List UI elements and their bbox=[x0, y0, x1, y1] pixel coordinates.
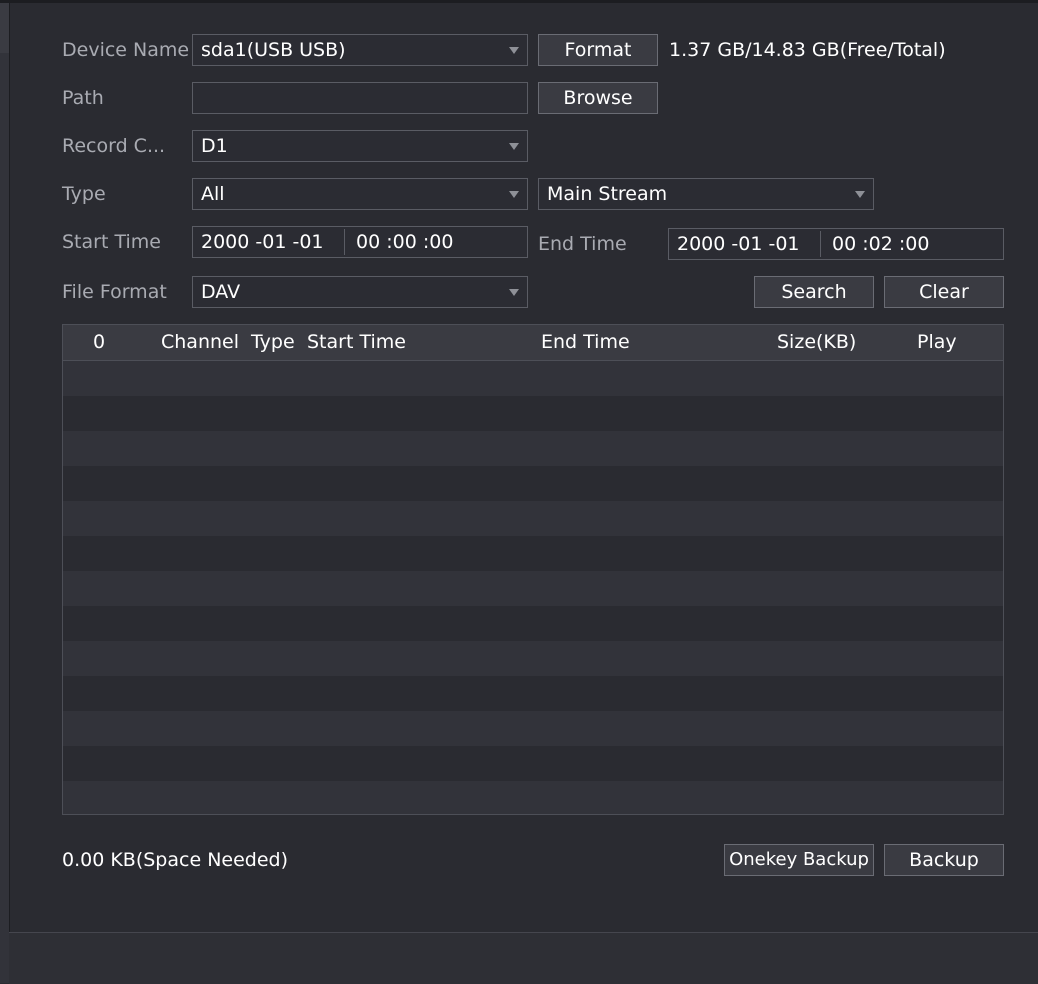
onekey-backup-button[interactable]: Onekey Backup bbox=[724, 844, 874, 876]
space-needed-text: 0.00 KB(Space Needed) bbox=[62, 849, 289, 871]
file-format-value: DAV bbox=[201, 281, 241, 303]
footer-bar bbox=[9, 932, 1038, 984]
device-name-value: sda1(USB USB) bbox=[201, 39, 346, 61]
left-panel-edge bbox=[0, 3, 10, 983]
chevron-down-icon bbox=[509, 191, 519, 198]
end-time-column-header: End Time bbox=[541, 331, 630, 353]
start-time-label: Start Time bbox=[62, 231, 161, 253]
search-button[interactable]: Search bbox=[754, 276, 874, 308]
start-time-column-header: Start Time bbox=[307, 331, 406, 353]
left-panel-tab bbox=[0, 3, 9, 53]
type-column-header: Type bbox=[251, 331, 295, 353]
type-label: Type bbox=[62, 183, 106, 205]
clear-button[interactable]: Clear bbox=[884, 276, 1004, 308]
end-time-input[interactable]: 2000 -01 -01 00 :02 :00 bbox=[668, 228, 1004, 260]
stream-select[interactable]: Main Stream bbox=[538, 178, 874, 210]
chevron-down-icon bbox=[855, 191, 865, 198]
backup-button[interactable]: Backup bbox=[884, 844, 1004, 876]
table-row[interactable] bbox=[63, 431, 1003, 466]
size-column-header: Size(KB) bbox=[777, 331, 857, 353]
top-border bbox=[0, 0, 1038, 3]
table-row[interactable] bbox=[63, 711, 1003, 746]
table-row[interactable] bbox=[63, 606, 1003, 641]
table-row[interactable] bbox=[63, 746, 1003, 781]
record-channel-value: D1 bbox=[201, 135, 228, 157]
chevron-down-icon bbox=[509, 47, 519, 54]
table-row[interactable] bbox=[63, 466, 1003, 501]
file-format-select[interactable]: DAV bbox=[192, 276, 528, 308]
format-button[interactable]: Format bbox=[538, 34, 658, 66]
end-date-field[interactable]: 2000 -01 -01 bbox=[677, 229, 800, 259]
type-value: All bbox=[201, 183, 225, 205]
table-row[interactable] bbox=[63, 536, 1003, 571]
device-name-select[interactable]: sda1(USB USB) bbox=[192, 34, 528, 66]
channel-column-header: Channel bbox=[161, 331, 240, 353]
path-label: Path bbox=[62, 87, 104, 109]
stream-value: Main Stream bbox=[547, 183, 668, 205]
path-input[interactable] bbox=[192, 82, 528, 114]
table-header: 0 Channel Type Start Time End Time Size(… bbox=[63, 325, 1003, 361]
record-channel-label: Record C... bbox=[62, 135, 166, 157]
table-row[interactable] bbox=[63, 501, 1003, 536]
start-time-input[interactable]: 2000 -01 -01 00 :00 :00 bbox=[192, 226, 528, 258]
play-column-header: Play bbox=[917, 331, 957, 353]
date-time-divider bbox=[820, 231, 821, 257]
chevron-down-icon bbox=[509, 143, 519, 150]
table-row[interactable] bbox=[63, 396, 1003, 431]
file-format-label: File Format bbox=[62, 281, 167, 303]
table-row[interactable] bbox=[63, 361, 1003, 396]
type-select[interactable]: All bbox=[192, 178, 528, 210]
start-date-field[interactable]: 2000 -01 -01 bbox=[201, 227, 324, 257]
capacity-text: 1.37 GB/14.83 GB(Free/Total) bbox=[669, 39, 946, 61]
results-table: 0 Channel Type Start Time End Time Size(… bbox=[62, 324, 1004, 815]
table-row[interactable] bbox=[63, 571, 1003, 606]
chevron-down-icon bbox=[509, 289, 519, 296]
select-all-count-column[interactable]: 0 bbox=[93, 325, 105, 360]
device-name-label: Device Name bbox=[62, 39, 190, 61]
record-channel-select[interactable]: D1 bbox=[192, 130, 528, 162]
end-clock-field[interactable]: 00 :02 :00 bbox=[832, 229, 929, 259]
end-time-label: End Time bbox=[538, 233, 627, 255]
table-row[interactable] bbox=[63, 641, 1003, 676]
browse-button[interactable]: Browse bbox=[538, 82, 658, 114]
start-clock-field[interactable]: 00 :00 :00 bbox=[356, 227, 453, 257]
table-row[interactable] bbox=[63, 781, 1003, 814]
table-row[interactable] bbox=[63, 676, 1003, 711]
date-time-divider bbox=[344, 229, 345, 255]
